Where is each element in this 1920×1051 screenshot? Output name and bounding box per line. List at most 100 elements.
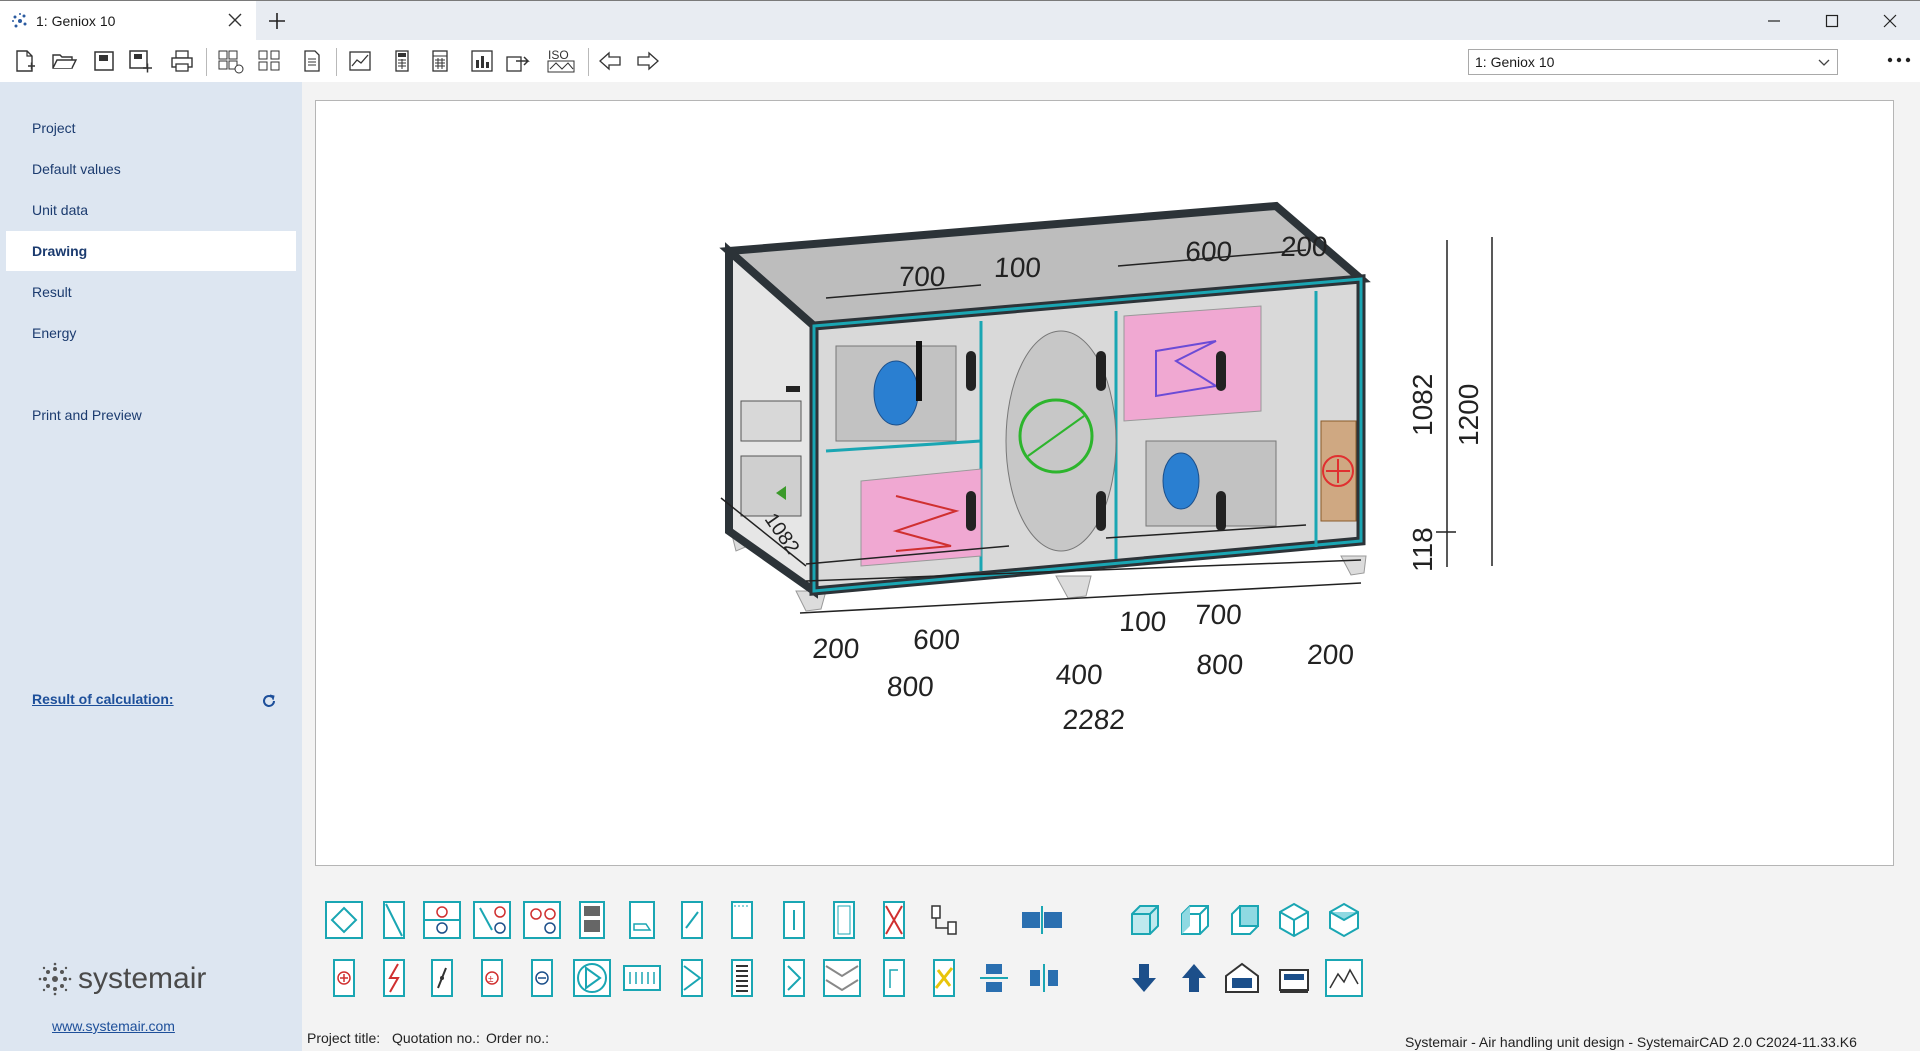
heater-icon[interactable] <box>324 958 364 998</box>
bag-filter-icon[interactable] <box>672 900 712 940</box>
close-tab-icon[interactable] <box>226 11 244 29</box>
crossed-section-icon[interactable] <box>874 900 914 940</box>
fan-section-icon[interactable] <box>422 900 462 940</box>
refresh-icon[interactable] <box>260 692 278 710</box>
cube-left-icon[interactable] <box>1174 900 1214 940</box>
sidebar-item-drawing[interactable]: Drawing <box>6 231 296 271</box>
minimize-button[interactable] <box>1746 1 1802 41</box>
svg-text:±: ± <box>488 974 494 985</box>
chart-icon[interactable] <box>346 47 374 75</box>
sidebar-item-label: Energy <box>32 325 77 341</box>
damper-actuator-icon[interactable] <box>422 958 462 998</box>
systemair-logo-icon <box>38 962 72 996</box>
dim-bottom-800: 800 <box>886 671 935 702</box>
iso-icon[interactable]: ISO <box>546 47 576 75</box>
sidebar-item-result[interactable]: Result <box>6 272 296 312</box>
calculator-table-icon[interactable] <box>426 47 454 75</box>
maximize-button[interactable] <box>1804 1 1860 41</box>
app-logo-icon <box>12 13 27 28</box>
sidebar-item-label: Unit data <box>32 202 89 218</box>
export-icon[interactable] <box>504 47 532 75</box>
chevron-filter-icon[interactable] <box>822 958 862 998</box>
close-window-button[interactable] <box>1862 1 1918 41</box>
v-filter-icon[interactable] <box>774 958 814 998</box>
dim-bottom-700: 700 <box>1194 599 1243 630</box>
project-title-label: Project title: <box>307 1030 381 1046</box>
title-bar: 1: Geniox 10 <box>0 0 1920 41</box>
result-of-calculation-link[interactable]: Result of calculation: <box>32 691 174 707</box>
panel-filter-icon[interactable] <box>722 900 762 940</box>
unit-icon[interactable] <box>1274 958 1314 998</box>
report-chart-icon[interactable] <box>468 47 496 75</box>
cube-back-icon[interactable] <box>1224 900 1264 940</box>
dim-top-600: 600 <box>1184 236 1233 267</box>
dim-bottom-200b: 200 <box>1306 639 1355 670</box>
sidebar-item-energy[interactable]: Energy <box>6 313 296 353</box>
new-tab-icon[interactable] <box>266 10 288 32</box>
order-label: Order no.: <box>486 1030 550 1046</box>
dim-right-1200: 1200 <box>1453 384 1484 446</box>
control-panel-icon[interactable] <box>572 900 612 940</box>
sensor-icon[interactable] <box>622 900 662 940</box>
print-icon[interactable] <box>168 47 196 75</box>
logo-text: systemair <box>78 962 207 995</box>
building-icon[interactable] <box>1222 958 1262 998</box>
open-folder-icon[interactable] <box>50 47 78 75</box>
document-icon[interactable] <box>298 47 326 75</box>
split-view-icon[interactable] <box>1020 900 1064 940</box>
electric-heater-icon[interactable] <box>374 958 414 998</box>
align-horizontal-icon[interactable] <box>1024 958 1064 998</box>
add-component-grid-icon[interactable] <box>216 47 244 75</box>
connector-icon[interactable] <box>924 900 964 940</box>
filter-fan-icon[interactable] <box>472 900 512 940</box>
more-options-icon[interactable] <box>1884 50 1914 70</box>
new-file-icon[interactable] <box>10 47 38 75</box>
unit-drawing: 700 100 600 200 200 600 100 700 800 400 … <box>719 201 1493 735</box>
sidebar-item-print-preview[interactable]: Print and Preview <box>6 395 296 435</box>
toolbar-separator <box>588 48 589 76</box>
empty-section-icon[interactable] <box>774 900 814 940</box>
double-fan-icon[interactable] <box>522 900 562 940</box>
dim-bottom-800b: 800 <box>1196 649 1245 680</box>
tab-title: 1: Geniox 10 <box>36 13 116 29</box>
blank-section-icon[interactable] <box>824 900 864 940</box>
diagram-icon[interactable] <box>1324 958 1364 998</box>
arrow-up-icon[interactable] <box>1174 958 1214 998</box>
humidifier-icon[interactable] <box>874 958 914 998</box>
heat-recovery-icon[interactable] <box>672 958 712 998</box>
save-as-icon[interactable] <box>126 47 154 75</box>
calculator-icon[interactable] <box>388 47 416 75</box>
plate-filter-icon[interactable] <box>722 958 762 998</box>
unit-selector-dropdown[interactable]: 1: Geniox 10 <box>1468 49 1838 75</box>
document-tab[interactable]: 1: Geniox 10 <box>0 1 256 41</box>
sidebar-item-project[interactable]: Project <box>6 108 296 148</box>
sidebar-item-default-values[interactable]: Default values <box>6 149 296 189</box>
sidebar-item-unit-data[interactable]: Unit data <box>6 190 296 230</box>
toolbar-separator <box>336 48 337 76</box>
website-link[interactable]: www.systemair.com <box>52 1018 175 1034</box>
maximize-icon <box>1825 14 1839 28</box>
sidebar-item-label: Result <box>32 284 72 300</box>
damper-icon[interactable] <box>374 900 414 940</box>
chevron-down-icon <box>1818 59 1830 66</box>
dim-top-200: 200 <box>1280 231 1329 262</box>
heating-coil-icon[interactable]: ± <box>472 958 512 998</box>
systemair-logo: systemair <box>38 962 206 996</box>
silencer-icon[interactable] <box>622 958 662 998</box>
dim-bottom-200: 200 <box>812 633 861 664</box>
cube-rotate-icon[interactable] <box>1324 900 1364 940</box>
cube-iso-icon[interactable] <box>1274 900 1314 940</box>
cooling-coil-icon[interactable] <box>522 958 562 998</box>
save-icon[interactable] <box>90 47 118 75</box>
align-vertical-icon[interactable] <box>974 958 1014 998</box>
component-grid-icon[interactable] <box>256 47 284 75</box>
back-arrow-icon[interactable] <box>596 47 624 75</box>
forward-arrow-icon[interactable] <box>634 47 662 75</box>
drawing-canvas[interactable]: 700 100 600 200 200 600 100 700 800 400 … <box>315 100 1894 866</box>
fan-icon[interactable] <box>572 958 612 998</box>
cube-front-icon[interactable] <box>1124 900 1164 940</box>
sidebar-item-label: Default values <box>32 161 121 177</box>
rotary-icon[interactable] <box>924 958 964 998</box>
section-icon[interactable] <box>324 900 364 940</box>
arrow-down-icon[interactable] <box>1124 958 1164 998</box>
